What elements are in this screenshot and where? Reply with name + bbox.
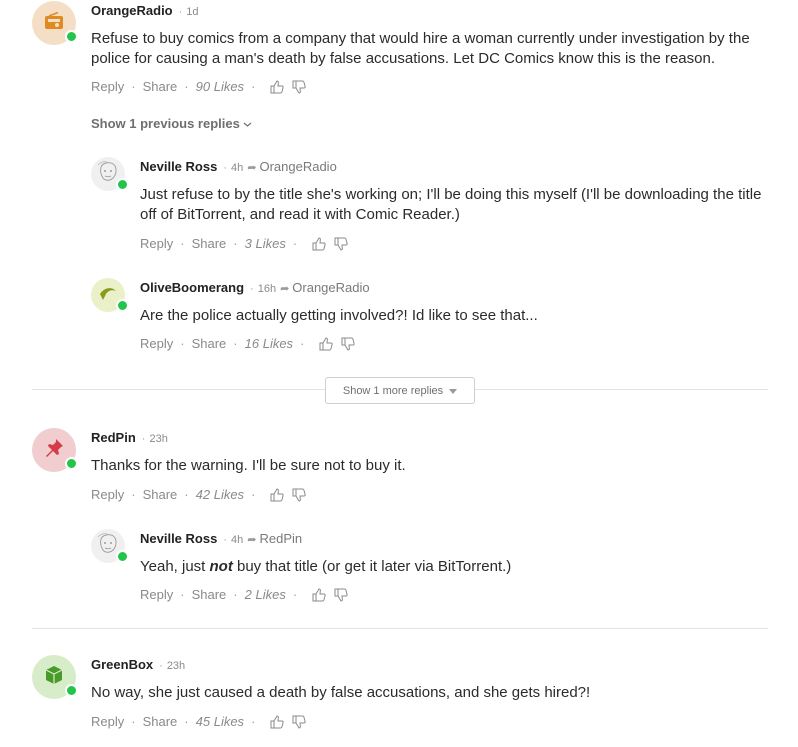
reply-button[interactable]: Reply [91,714,124,729]
avatar[interactable] [91,278,129,312]
reply-to-author[interactable]: OrangeRadio [259,159,336,174]
online-status-dot [65,30,78,43]
reply-to-author[interactable]: RedPin [259,531,302,546]
comment-author[interactable]: OliveBoomerang [140,280,244,295]
comment-time[interactable]: 23h [149,433,167,445]
online-status-dot [116,299,129,312]
avatar[interactable] [32,655,78,699]
share-button[interactable]: Share [192,336,227,351]
thumbs-down-icon[interactable] [292,715,307,729]
divider [32,628,768,629]
reply-arrow-icon: ➦ [247,162,257,174]
emphasis-text: not [209,558,233,575]
share-button[interactable]: Share [143,487,178,502]
thumbs-up-icon[interactable] [270,714,285,729]
comment-author[interactable]: OrangeRadio [91,3,173,18]
thumbs-down-icon[interactable] [292,80,307,94]
thumbs-down-icon[interactable] [334,588,348,602]
reply-arrow-icon: ➦ [247,534,257,546]
like-count: 2 Likes [244,587,286,602]
avatar[interactable] [91,529,129,563]
online-status-dot [116,550,129,563]
like-count: 45 Likes [195,714,245,729]
show-previous-replies-button[interactable]: Show 1 previous replies [91,116,252,131]
pushpin-icon [44,438,64,463]
reply-button[interactable]: Reply [91,79,124,94]
avatar[interactable] [32,428,78,472]
reply-arrow-icon: ➦ [280,283,290,295]
chevron-down-icon [243,116,252,131]
thumbs-down-icon[interactable] [341,337,356,351]
thumbs-up-icon[interactable] [270,79,285,94]
share-button[interactable]: Share [192,236,227,251]
share-button[interactable]: Share [143,79,178,94]
avatar[interactable] [32,1,78,45]
online-status-dot [116,178,129,191]
comment-text: Just refuse to by the title she's workin… [140,186,762,223]
share-button[interactable]: Share [143,714,178,729]
online-status-dot [65,684,78,697]
comment-author[interactable]: RedPin [91,430,136,445]
comment-text: Yeah, just not buy that title (or get it… [140,558,512,575]
comment-text: Are the police actually getting involved… [140,307,538,324]
comment-author[interactable]: Neville Ross [140,531,217,546]
thumbs-up-icon[interactable] [312,236,326,251]
comment-time[interactable]: 1d [186,6,198,18]
show-more-replies-button[interactable]: Show 1 more replies [325,377,475,404]
comment-text: No way, she just caused a death by false… [91,684,591,701]
boomerang-icon [98,285,118,306]
comment-time[interactable]: 4h [231,162,243,174]
thumbs-up-icon[interactable] [312,587,326,602]
reply-to-author[interactable]: OrangeRadio [292,280,369,295]
comment-time[interactable]: 16h [258,283,276,295]
reply-button[interactable]: Reply [140,336,173,351]
thumbs-up-icon[interactable] [319,336,334,351]
like-count: 42 Likes [195,487,245,502]
comment-text: Thanks for the warning. I'll be sure not… [91,457,406,474]
thumbs-down-icon[interactable] [334,237,348,251]
radio-icon [44,11,64,35]
comment-author[interactable]: Neville Ross [140,159,217,174]
share-button[interactable]: Share [192,587,227,602]
comment-author[interactable]: GreenBox [91,657,153,672]
box-icon [44,665,64,690]
avatar[interactable] [91,157,129,191]
thumbs-up-icon[interactable] [270,487,285,502]
comment-time[interactable]: 23h [167,660,185,672]
caret-down-icon [449,385,458,397]
like-count: 90 Likes [195,79,245,94]
online-status-dot [65,457,78,470]
reply-button[interactable]: Reply [91,487,124,502]
reply-button[interactable]: Reply [140,236,173,251]
comment-time[interactable]: 4h [231,534,243,546]
like-count: 3 Likes [244,236,286,251]
like-count: 16 Likes [244,336,294,351]
comment-text: Refuse to buy comics from a company that… [91,30,750,67]
thumbs-down-icon[interactable] [292,488,307,502]
reply-button[interactable]: Reply [140,587,173,602]
